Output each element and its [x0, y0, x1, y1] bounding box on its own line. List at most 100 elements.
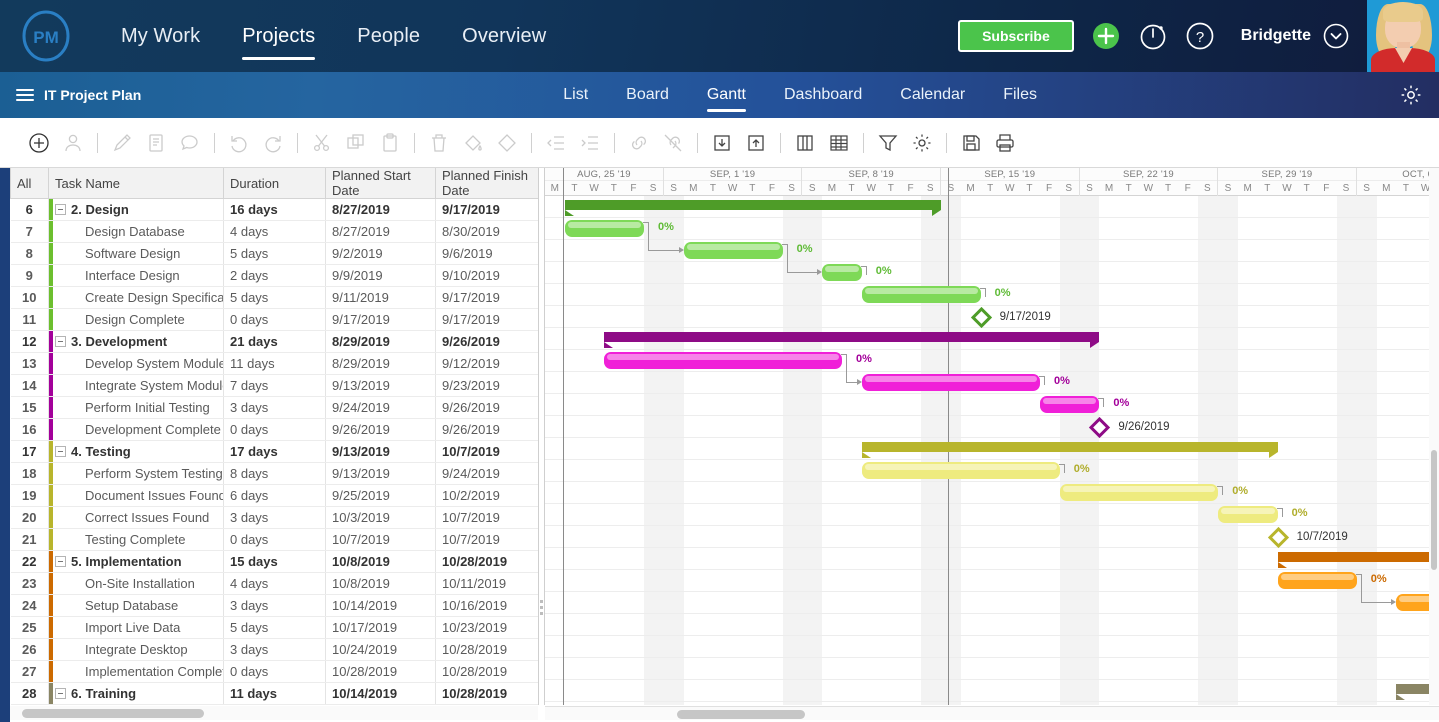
column-header-planned-start[interactable]: Planned Start Date	[326, 168, 436, 199]
table-row[interactable]: 21Testing Complete0 days10/7/201910/7/20…	[11, 529, 546, 551]
nav-link-people[interactable]: People	[336, 0, 441, 72]
planned-finish-cell[interactable]: 10/23/2019	[436, 617, 546, 639]
gantt-summary-bar[interactable]	[1278, 552, 1439, 562]
gantt-hscroll-thumb[interactable]	[677, 710, 805, 719]
table-row[interactable]: 27Implementation Complete0 days10/28/201…	[11, 661, 546, 683]
delete-icon[interactable]	[426, 130, 452, 156]
collapse-toggle-icon[interactable]	[55, 204, 66, 215]
planned-finish-cell[interactable]: 9/10/2019	[436, 265, 546, 287]
planned-finish-cell[interactable]: 10/28/2019	[436, 551, 546, 573]
table-row[interactable]: 15Perform Initial Testing3 days9/24/2019…	[11, 397, 546, 419]
planned-finish-cell[interactable]: 9/17/2019	[436, 309, 546, 331]
table-row[interactable]: 20Correct Issues Found3 days10/3/201910/…	[11, 507, 546, 529]
collapse-toggle-icon[interactable]	[55, 336, 66, 347]
planned-finish-cell[interactable]: 9/17/2019	[436, 287, 546, 309]
table-row[interactable]: 26Integrate Desktop3 days10/24/201910/28…	[11, 639, 546, 661]
link-icon[interactable]	[626, 130, 652, 156]
duration-cell[interactable]: 5 days	[224, 243, 326, 265]
gantt-task-bar[interactable]	[684, 242, 783, 259]
row-id-cell[interactable]: 14	[11, 375, 49, 397]
gantt-summary-bar[interactable]	[604, 332, 1099, 342]
planned-finish-cell[interactable]: 8/30/2019	[436, 221, 546, 243]
task-name-cell[interactable]: Develop System Modules	[49, 353, 224, 375]
planned-start-cell[interactable]: 10/14/2019	[326, 683, 436, 705]
duration-cell[interactable]: 21 days	[224, 331, 326, 353]
gantt-horizontal-scrollbar[interactable]	[545, 706, 1439, 720]
row-id-cell[interactable]: 15	[11, 397, 49, 419]
duration-cell[interactable]: 4 days	[224, 221, 326, 243]
help-icon[interactable]: ?	[1185, 21, 1215, 51]
table-row[interactable]: 11Design Complete0 days9/17/20199/17/201…	[11, 309, 546, 331]
milestone-marker[interactable]	[1267, 527, 1288, 548]
planned-finish-cell[interactable]: 9/24/2019	[436, 463, 546, 485]
timer-icon[interactable]	[1138, 21, 1168, 51]
planned-start-cell[interactable]: 9/26/2019	[326, 419, 436, 441]
planned-start-cell[interactable]: 8/27/2019	[326, 221, 436, 243]
task-name-cell[interactable]: Import Live Data	[49, 617, 224, 639]
planned-finish-cell[interactable]: 10/28/2019	[436, 639, 546, 661]
table-row[interactable]: 14Integrate System Modules7 days9/13/201…	[11, 375, 546, 397]
planned-start-cell[interactable]: 9/24/2019	[326, 397, 436, 419]
gantt-task-bar[interactable]	[862, 286, 981, 303]
subscribe-button[interactable]: Subscribe	[958, 20, 1074, 52]
planned-start-cell[interactable]: 9/13/2019	[326, 441, 436, 463]
planned-finish-cell[interactable]: 10/28/2019	[436, 683, 546, 705]
gantt-summary-bar[interactable]	[862, 442, 1278, 452]
indent-icon[interactable]	[577, 130, 603, 156]
table-row[interactable]: 174. Testing17 days9/13/201910/7/2019	[11, 441, 546, 463]
task-name-cell[interactable]: Implementation Complete	[49, 661, 224, 683]
collapse-toggle-icon[interactable]	[55, 688, 66, 699]
planned-start-cell[interactable]: 9/17/2019	[326, 309, 436, 331]
nav-link-overview[interactable]: Overview	[441, 0, 567, 72]
duration-cell[interactable]: 8 days	[224, 463, 326, 485]
table-row[interactable]: 9Interface Design2 days9/9/20199/10/2019	[11, 265, 546, 287]
collapse-toggle-icon[interactable]	[55, 446, 66, 457]
row-id-cell[interactable]: 25	[11, 617, 49, 639]
table-row[interactable]: 25Import Live Data5 days10/17/201910/23/…	[11, 617, 546, 639]
task-name-cell[interactable]: Interface Design	[49, 265, 224, 287]
grid-scroll-thumb[interactable]	[22, 709, 204, 718]
planned-start-cell[interactable]: 9/2/2019	[326, 243, 436, 265]
planned-start-cell[interactable]: 10/14/2019	[326, 705, 436, 706]
gantt-task-bar[interactable]	[565, 220, 644, 237]
planned-finish-cell[interactable]: 10/7/2019	[436, 507, 546, 529]
planned-finish-cell[interactable]: 9/12/2019	[436, 353, 546, 375]
table-row[interactable]: 16Development Complete0 days9/26/20199/2…	[11, 419, 546, 441]
row-id-cell[interactable]: 6	[11, 199, 49, 221]
table-row[interactable]: 29Train Administrator3 days10/14/201910/…	[11, 705, 546, 706]
duration-cell[interactable]: 2 days	[224, 265, 326, 287]
planned-finish-cell[interactable]: 9/26/2019	[436, 419, 546, 441]
planned-finish-cell[interactable]: 10/2/2019	[436, 485, 546, 507]
duration-cell[interactable]: 0 days	[224, 309, 326, 331]
panel-splitter[interactable]	[538, 168, 545, 705]
task-name-cell[interactable]: Setup Database	[49, 595, 224, 617]
gantt-task-bar[interactable]	[862, 374, 1040, 391]
grid-icon[interactable]	[826, 130, 852, 156]
task-name-cell[interactable]: 4. Testing	[49, 441, 224, 463]
save-icon[interactable]	[958, 130, 984, 156]
row-id-cell[interactable]: 16	[11, 419, 49, 441]
settings-gear-icon[interactable]	[909, 130, 935, 156]
tab-list[interactable]: List	[544, 72, 607, 118]
timeline-body[interactable]: 0%0%0%0%9/17/20190%0%0%9/26/20190%0%0%10…	[545, 196, 1439, 705]
planned-start-cell[interactable]: 10/8/2019	[326, 551, 436, 573]
table-row[interactable]: 23On-Site Installation4 days10/8/201910/…	[11, 573, 546, 595]
duration-cell[interactable]: 15 days	[224, 551, 326, 573]
gantt-chart[interactable]: AUG, 25 '19MTWTFSSEP, 1 '19SMTWTFSSEP, 8…	[545, 168, 1439, 705]
paste-icon[interactable]	[377, 130, 403, 156]
gantt-task-bar[interactable]	[862, 462, 1060, 479]
planned-start-cell[interactable]: 10/17/2019	[326, 617, 436, 639]
planned-start-cell[interactable]: 10/8/2019	[326, 573, 436, 595]
duration-cell[interactable]: 3 days	[224, 507, 326, 529]
duration-cell[interactable]: 7 days	[224, 375, 326, 397]
duration-cell[interactable]: 11 days	[224, 683, 326, 705]
row-id-cell[interactable]: 11	[11, 309, 49, 331]
planned-finish-cell[interactable]: 9/23/2019	[436, 375, 546, 397]
table-row[interactable]: 62. Design16 days8/27/20199/17/2019	[11, 199, 546, 221]
duration-cell[interactable]: 5 days	[224, 287, 326, 309]
table-row[interactable]: 123. Development21 days8/29/20199/26/201…	[11, 331, 546, 353]
task-name-cell[interactable]: Perform Initial Testing	[49, 397, 224, 419]
planned-finish-cell[interactable]: 9/26/2019	[436, 331, 546, 353]
duration-cell[interactable]: 5 days	[224, 617, 326, 639]
row-id-cell[interactable]: 8	[11, 243, 49, 265]
